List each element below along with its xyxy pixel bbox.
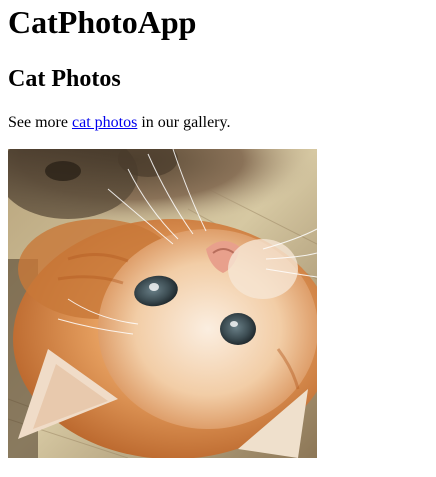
app-title: CatPhotoApp bbox=[8, 4, 197, 40]
intro-text-after: in our gallery. bbox=[137, 114, 231, 131]
intro-text-before: See more bbox=[8, 114, 72, 131]
cat-photos-link[interactable]: cat photos bbox=[72, 114, 137, 131]
section-title: Cat Photos bbox=[8, 66, 121, 92]
cat-photo bbox=[8, 149, 317, 458]
gallery-intro: See more cat photos in our gallery. bbox=[8, 113, 428, 133]
page: CatPhotoApp Cat Photos See more cat phot… bbox=[0, 0, 436, 458]
